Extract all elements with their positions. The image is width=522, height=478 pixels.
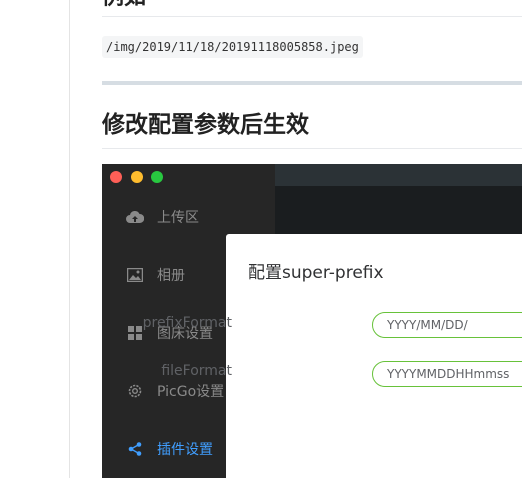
share-icon (126, 440, 144, 458)
cloud-upload-icon (126, 208, 144, 226)
sidebar-item-label: PicGo设置 (157, 384, 225, 400)
image-icon (126, 266, 144, 284)
heading-underline (102, 16, 522, 17)
grid-icon (126, 324, 144, 342)
left-margin-rule (69, 0, 70, 478)
app-screenshot: 上传区 相册 图床设置 PicGo设置 插件设置 配置super-prefix … (102, 164, 522, 478)
sidebar-item-gallery[interactable]: 相册 (126, 264, 185, 286)
file-format-label: fileFormat (161, 363, 232, 379)
window-zoom-dot[interactable] (151, 171, 163, 183)
window-close-dot[interactable] (110, 171, 122, 183)
code-example: /img/2019/11/18/20191118005858.jpeg (102, 36, 363, 58)
prefix-format-input[interactable]: YYYY/MM/DD/ (372, 312, 522, 338)
app-title-bar (275, 164, 522, 186)
section-heading: 修改配置参数后生效 (102, 112, 309, 138)
sidebar-item-plugin-settings[interactable]: 插件设置 (126, 438, 213, 460)
window-minimize-dot[interactable] (131, 171, 143, 183)
previous-section-heading: 例如 (102, 0, 146, 10)
dialog-title: 配置super-prefix (248, 263, 384, 283)
sidebar-item-label: 上传区 (157, 210, 199, 226)
sidebar-item-label: 相册 (157, 268, 185, 284)
sidebar-item-label: 插件设置 (157, 442, 213, 458)
file-format-input[interactable]: YYYYMMDDHHmmss (372, 361, 522, 387)
sidebar-item-picgo-settings[interactable]: PicGo设置 (126, 380, 224, 402)
section-divider (102, 81, 522, 85)
section-heading-underline (102, 148, 522, 149)
gear-icon (126, 382, 144, 400)
prefix-format-label: prefixFormat (142, 315, 232, 331)
config-dialog: 配置super-prefix prefixFormat YYYY/MM/DD/ … (143, 234, 522, 478)
sidebar-item-upload[interactable]: 上传区 (126, 206, 199, 228)
